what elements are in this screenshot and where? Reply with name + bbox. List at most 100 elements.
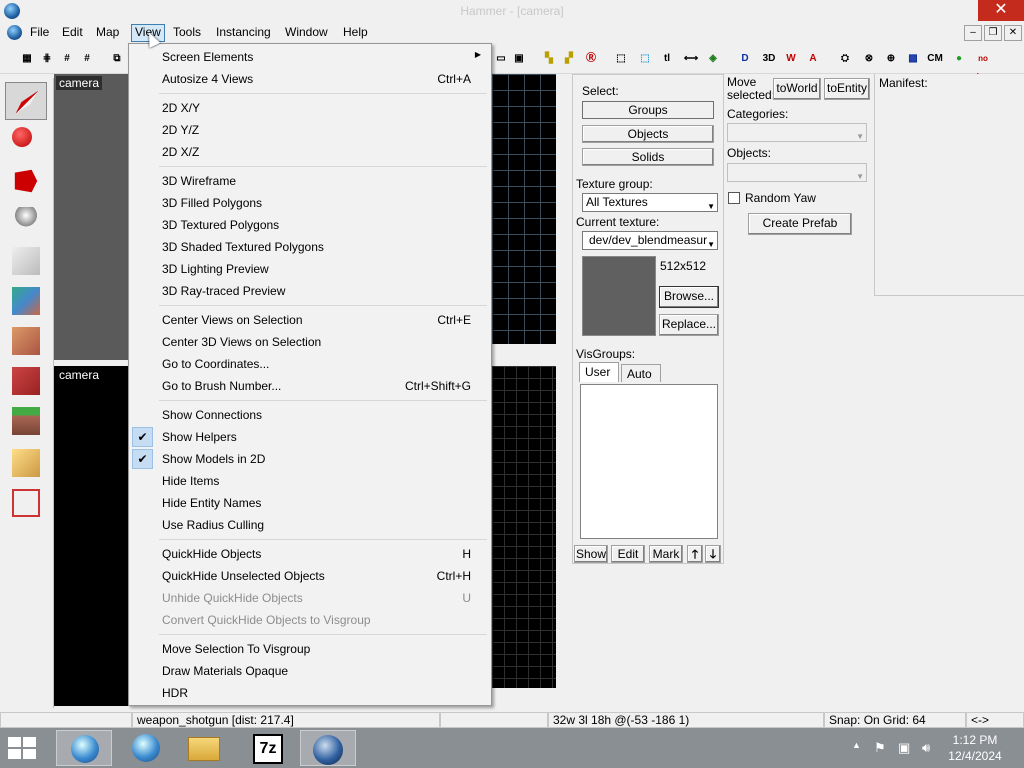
mdi-minimize-button[interactable]: – (964, 25, 982, 41)
action-center-flag-icon[interactable]: ⚑ (874, 740, 886, 756)
w-icon[interactable]: W (782, 50, 800, 68)
taskbar-app-ie-icon[interactable] (118, 730, 174, 766)
grid-toggle-icon[interactable]: ▦ (18, 50, 36, 68)
menu-item-go-to-brush-number[interactable]: Go to Brush Number... Ctrl+Shift+G (129, 375, 491, 397)
menu-item-2d-xz[interactable]: 2D X/Z (129, 141, 491, 163)
arrow-up-icon[interactable]: 🡑 (687, 545, 703, 563)
entity-icon[interactable]: ⛭ (836, 50, 854, 68)
edit-button[interactable]: Edit (611, 545, 645, 563)
3d-icon[interactable]: 3D (760, 50, 778, 68)
menu-item-move-to-visgroup[interactable]: Move Selection To Visgroup (129, 638, 491, 660)
select-box-icon[interactable]: ⬚ (612, 50, 630, 68)
texture-application-icon[interactable] (5, 282, 47, 320)
taskbar-app-explorer-icon[interactable] (176, 730, 232, 766)
clock[interactable]: 1:12 PM 12/4/2024 (940, 732, 1010, 764)
current-texture-select[interactable]: dev/dev_blendmeasure ▼ (582, 231, 718, 250)
crosshair-icon[interactable]: ⊕ (882, 50, 900, 68)
close-window-button[interactable]: ✕ (978, 0, 1024, 21)
menu-item-3d-raytraced-preview[interactable]: 3D Ray-traced Preview (129, 280, 491, 302)
menu-item-show-models-2d[interactable]: ✔ Show Models in 2D (129, 448, 491, 470)
menu-item-3d-filled-polygons[interactable]: 3D Filled Polygons (129, 192, 491, 214)
2d-viewport-top[interactable] (492, 74, 556, 344)
selection-tool-icon[interactable] (5, 82, 47, 120)
decal-tool-icon[interactable] (5, 362, 47, 400)
menu-file[interactable]: File (27, 25, 52, 41)
camera-viewport-top[interactable]: camera (54, 74, 128, 360)
menu-item-quickhide-objects[interactable]: QuickHide Objects H (129, 543, 491, 565)
menu-edit[interactable]: Edit (59, 25, 86, 41)
taskbar-app-7zip-icon[interactable]: 7z (240, 730, 296, 766)
camera-tool-icon[interactable] (5, 162, 47, 200)
menu-item-3d-textured-polygons[interactable]: 3D Textured Polygons (129, 214, 491, 236)
replace-button[interactable]: Replace... (659, 314, 719, 336)
network-icon[interactable]: ▣ (898, 740, 910, 756)
taskbar-app-hammer-icon[interactable] (300, 730, 356, 766)
cube-icon[interactable]: ▩ (904, 50, 922, 68)
magnify-tool-icon[interactable] (5, 122, 47, 160)
menu-item-use-radius-culling[interactable]: Use Radius Culling (129, 514, 491, 536)
group-icon[interactable]: ⧉ (108, 50, 126, 68)
menu-item-show-helpers[interactable]: ✔ Show Helpers (129, 426, 491, 448)
tool-icon[interactable]: ⊗ (860, 50, 878, 68)
menu-item-3d-lighting-preview[interactable]: 3D Lighting Preview (129, 258, 491, 280)
tray-show-hidden-icon[interactable]: ▲ (852, 740, 861, 750)
categories-select[interactable]: ▼ (727, 123, 867, 142)
viewport-scrollbar-vertical[interactable] (556, 74, 572, 344)
cm-icon[interactable]: CM (926, 50, 944, 68)
hollow-icon[interactable]: ▞ (560, 50, 578, 68)
to-entity-button[interactable]: toEntity (824, 78, 870, 100)
menu-map[interactable]: Map (93, 25, 122, 41)
tab-user[interactable]: User (579, 362, 619, 382)
arrow-down-icon[interactable]: 🡓 (705, 545, 721, 563)
visgroups-list[interactable] (580, 384, 718, 539)
objects-button[interactable]: Objects (582, 125, 714, 143)
menu-item-3d-shaded-textured[interactable]: 3D Shaded Textured Polygons (129, 236, 491, 258)
menu-instancing[interactable]: Instancing (213, 25, 274, 41)
tab-auto[interactable]: Auto (621, 364, 661, 382)
menu-help[interactable]: Help (340, 25, 371, 41)
document-icon[interactable] (7, 25, 22, 40)
groups-button[interactable]: Groups (582, 101, 714, 119)
nodraw-icon[interactable]: no draw (974, 50, 993, 81)
taskbar-app-browser-icon[interactable] (56, 730, 112, 766)
run-map-icon[interactable]: Ⓡ (582, 50, 600, 68)
mark-button[interactable]: Mark (649, 545, 683, 563)
menu-item-autosize-views[interactable]: Autosize 4 Views Ctrl+A (129, 68, 491, 90)
objects-select[interactable]: ▼ (727, 163, 867, 182)
menu-item-2d-xy[interactable]: 2D X/Y (129, 97, 491, 119)
overlay-tool-icon[interactable] (5, 402, 47, 440)
viewport-scrollbar-vertical[interactable] (556, 366, 572, 688)
2d-viewport-bottom[interactable] (492, 366, 556, 688)
menu-window[interactable]: Window (282, 25, 331, 41)
menu-tools[interactable]: Tools (170, 25, 204, 41)
apply-texture-icon[interactable] (5, 322, 47, 360)
texture-group-select[interactable]: All Textures ▼ (582, 193, 718, 212)
menu-item-screen-elements[interactable]: Screen Elements ▶ (129, 46, 491, 68)
toolbar-icon[interactable]: ▭ (492, 50, 510, 68)
green-icon[interactable]: ● (950, 50, 968, 68)
entity-tool-icon[interactable] (5, 202, 47, 240)
block-tool-icon[interactable] (5, 242, 47, 280)
clipping-tool-icon[interactable] (5, 444, 47, 482)
menu-item-hdr[interactable]: HDR (129, 682, 491, 704)
create-prefab-button[interactable]: Create Prefab (748, 213, 852, 235)
viewport-scrollbar-horizontal[interactable] (492, 688, 556, 704)
show-button[interactable]: Show (574, 545, 608, 563)
a-icon[interactable]: A (804, 50, 822, 68)
solids-button[interactable]: Solids (582, 148, 714, 166)
browse-button[interactable]: Browse... (659, 286, 719, 308)
volume-icon[interactable]: 🔊︎ (922, 740, 930, 756)
viewport-scrollbar-horizontal[interactable] (492, 344, 556, 360)
menu-item-quickhide-unselected[interactable]: QuickHide Unselected Objects Ctrl+H (129, 565, 491, 587)
tl-icon[interactable]: tl (658, 50, 676, 68)
grid-smaller-icon[interactable]: # (58, 50, 76, 68)
mdi-close-button[interactable]: ✕ (1004, 25, 1022, 41)
windows-start-icon[interactable] (8, 737, 38, 761)
grid-3d-icon[interactable]: ⋕ (38, 50, 56, 68)
menu-item-center-3d-views[interactable]: Center 3D Views on Selection (129, 331, 491, 353)
texture-lock-icon[interactable]: ⬚ (636, 50, 654, 68)
model-icon[interactable]: ◈ (704, 50, 722, 68)
menu-item-show-connections[interactable]: Show Connections (129, 404, 491, 426)
save-icon[interactable]: ▣ (510, 50, 528, 68)
vertex-tool-icon[interactable] (5, 484, 47, 522)
